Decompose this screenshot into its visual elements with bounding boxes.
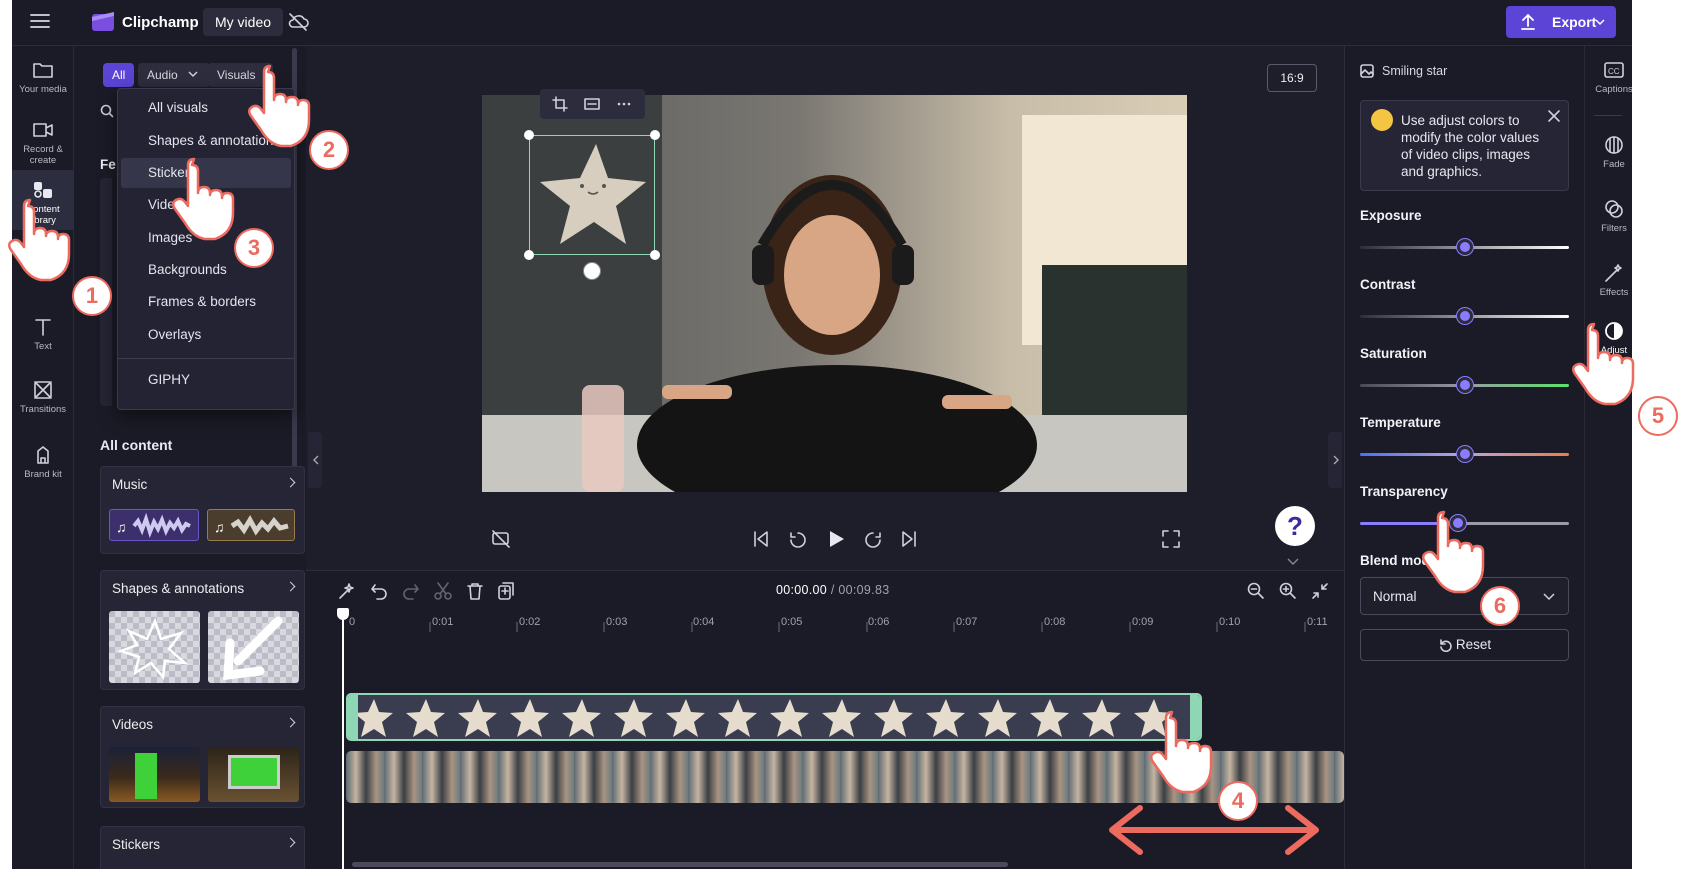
- pointer-hand-icon: [7, 198, 71, 282]
- pointer-hand-icon: [1149, 710, 1213, 794]
- pointer-hand-icon: [171, 157, 235, 241]
- pointer-hand-icon: [247, 64, 311, 148]
- pointer-hand-icon: [1571, 322, 1635, 406]
- step-badge: 1: [72, 276, 112, 316]
- pointer-hand-icon: [1421, 510, 1485, 594]
- step-badge: 3: [234, 228, 274, 268]
- step-badge: 6: [1480, 586, 1520, 626]
- step-badge: 4: [1218, 781, 1258, 821]
- tutorial-annotations: [7, 64, 1635, 855]
- step-badge: 2: [309, 130, 349, 170]
- double-arrow-icon: [1109, 805, 1319, 855]
- step-badge: 5: [1638, 396, 1678, 436]
